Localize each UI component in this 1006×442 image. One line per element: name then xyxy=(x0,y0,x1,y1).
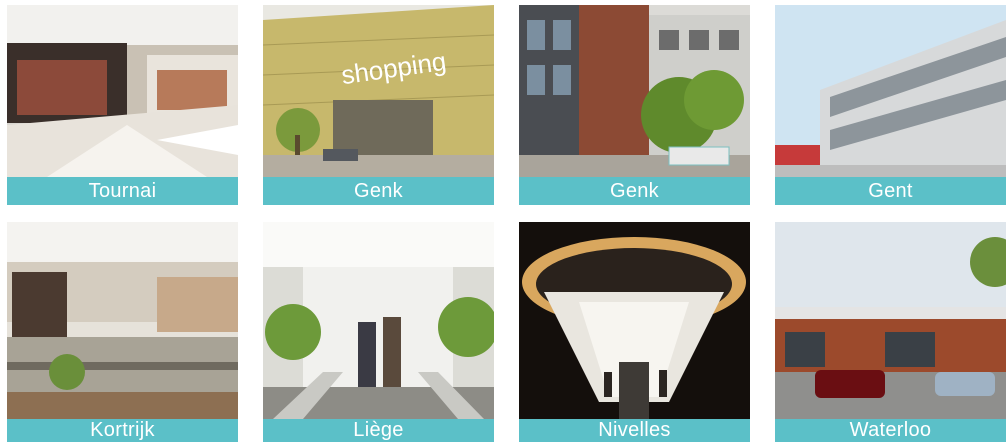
location-tile-tournai[interactable]: Tournai xyxy=(7,5,238,205)
location-tile-waterloo[interactable]: Waterloo xyxy=(775,222,1006,442)
tile-caption: Genk xyxy=(519,177,750,205)
tile-caption: Liège xyxy=(263,419,494,442)
location-tile-kortrijk[interactable]: Kortrijk xyxy=(7,222,238,442)
mall-photo-waterloo xyxy=(775,222,1006,419)
tile-caption: Nivelles xyxy=(519,419,750,442)
mall-photo-tournai xyxy=(7,5,238,177)
mall-photo-gent xyxy=(775,5,1006,177)
location-tile-nivelles[interactable]: Nivelles xyxy=(519,222,750,442)
tile-caption: Kortrijk xyxy=(7,419,238,442)
mall-photo-nivelles xyxy=(519,222,750,419)
location-tile-genk-2[interactable]: Genk xyxy=(519,5,750,205)
mall-photo-kortrijk xyxy=(7,222,238,419)
tile-caption: Genk xyxy=(263,177,494,205)
location-tile-genk-1[interactable]: shopping Genk xyxy=(263,5,494,205)
tile-caption: Tournai xyxy=(7,177,238,205)
tile-caption: Gent xyxy=(775,177,1006,205)
tile-caption: Waterloo xyxy=(775,419,1006,442)
mall-photo-genk-2 xyxy=(519,5,750,177)
location-tile-liege[interactable]: Liège xyxy=(263,222,494,442)
location-tile-gent[interactable]: Gent xyxy=(775,5,1006,205)
mall-photo-liege xyxy=(263,222,494,419)
mall-photo-genk-1: shopping xyxy=(263,5,494,177)
